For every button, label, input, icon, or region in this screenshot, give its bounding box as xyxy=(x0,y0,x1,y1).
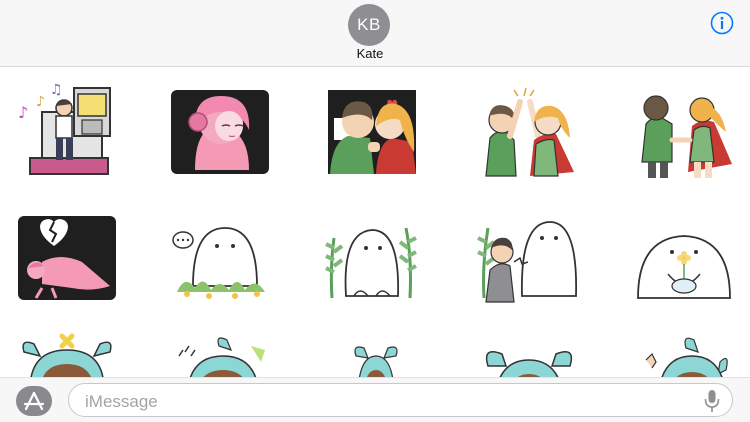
headphones-pink-girl-sticker[interactable] xyxy=(165,82,275,182)
app-store-icon[interactable] xyxy=(16,386,52,416)
ghost-speech-bubble-sticker[interactable] xyxy=(165,208,275,308)
sticker-grid: ♪ ♪ ♫ ♥ xyxy=(0,68,750,377)
holding-hands-couple-sticker[interactable] xyxy=(628,82,738,182)
high-five-couple-sticker[interactable] xyxy=(474,82,584,182)
horned-girl-sticker[interactable] xyxy=(12,326,122,377)
ghost-with-flower-sticker[interactable] xyxy=(628,208,738,308)
conversation-header: KB Kate xyxy=(0,0,750,67)
horned-girl-waving-sticker[interactable] xyxy=(628,326,738,377)
ghost-and-boy-sticker[interactable] xyxy=(474,208,584,308)
broken-heart-girl-sticker[interactable] xyxy=(12,208,122,308)
avatar-initials: KB xyxy=(357,15,381,34)
contact-avatar[interactable]: KB xyxy=(348,4,390,46)
dance-machine-boy-sticker[interactable]: ♪ ♪ ♫ xyxy=(12,82,122,182)
horned-girl-sleepy-sticker[interactable] xyxy=(165,326,275,377)
contact-name[interactable]: Kate xyxy=(300,46,440,61)
microphone-icon[interactable] xyxy=(702,389,722,413)
couple-kiss-sticker[interactable]: ♥ xyxy=(320,82,430,182)
message-input-placeholder: iMessage xyxy=(85,392,158,411)
message-input[interactable]: iMessage xyxy=(68,383,733,417)
ghost-in-plants-sticker[interactable] xyxy=(320,208,430,308)
horned-girl-small-sticker[interactable] xyxy=(320,326,430,377)
svg-text:♫: ♫ xyxy=(50,82,63,98)
svg-text:♪: ♪ xyxy=(36,94,45,110)
svg-text:♪: ♪ xyxy=(18,103,28,122)
horned-girl-face-sticker[interactable] xyxy=(474,326,584,377)
info-icon[interactable] xyxy=(710,11,734,35)
message-input-bar: iMessage xyxy=(0,377,750,422)
